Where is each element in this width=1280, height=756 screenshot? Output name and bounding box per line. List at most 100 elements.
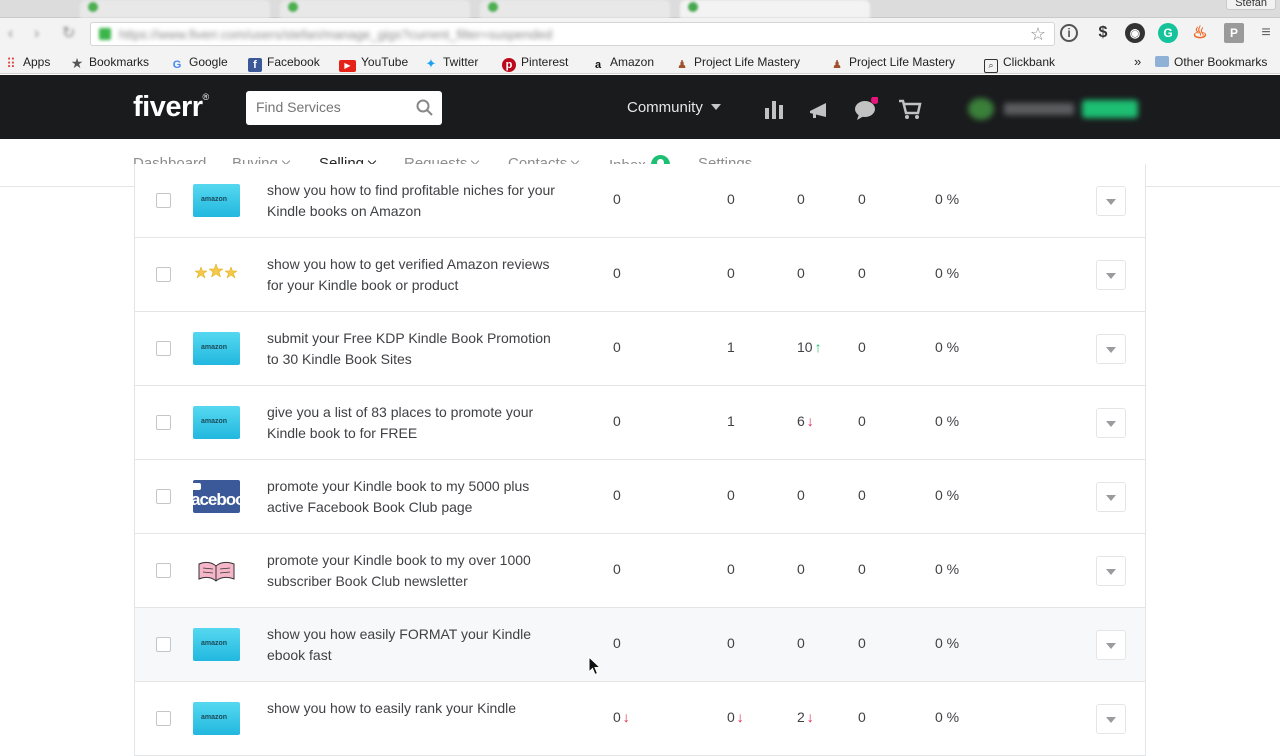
bookmark-facebook[interactable]: f Facebook — [248, 54, 320, 72]
table-row[interactable]: promote your Kindle book to my over 1000… — [135, 534, 1145, 608]
bookmark-other-bookmarks[interactable]: Other Bookmarks — [1155, 54, 1267, 70]
gig-stat-c4: 0 — [858, 487, 866, 503]
gig-stat-c5: 0 % — [935, 709, 960, 725]
bookmark-google[interactable]: G Google — [170, 54, 228, 71]
fiverr-logo[interactable]: fiverr® — [133, 91, 209, 124]
extension-ghost-icon[interactable]: ◉ — [1125, 23, 1145, 43]
table-row[interactable]: aceboo promote your Kindle book to my 500… — [135, 460, 1145, 534]
trend-down-arrow-icon: ↓ — [806, 709, 814, 725]
browser-menu-icon[interactable]: ≡ — [1256, 23, 1276, 43]
gig-title[interactable]: show you how to easily rank your Kindle — [267, 698, 557, 719]
gig-stat-c5: 0 % — [935, 191, 960, 207]
bookmarks-overflow-button[interactable]: » — [1134, 54, 1141, 70]
gig-title[interactable]: show you how easily FORMAT your Kindle e… — [267, 624, 557, 665]
gig-thumbnail[interactable] — [193, 554, 240, 587]
row-actions-dropdown[interactable] — [1096, 408, 1126, 438]
gig-title[interactable]: show you how to find profitable niches f… — [267, 180, 557, 221]
gigs-table: show you how to find profitable niches f… — [134, 164, 1146, 756]
bookmark-apps[interactable]: ⠿ Apps — [4, 54, 50, 71]
trend-up-arrow-icon: ↑ — [814, 339, 822, 355]
gig-title[interactable]: promote your Kindle book to my over 1000… — [267, 550, 557, 591]
extension-info-icon[interactable]: i — [1060, 24, 1078, 42]
bookmark-clickbank[interactable]: ⌕ Clickbank — [984, 54, 1055, 73]
table-row[interactable]: show you how to easily rank your Kindle 0… — [135, 682, 1145, 756]
gig-stat-c2: 0 — [727, 191, 735, 207]
back-icon[interactable]: ‹ — [8, 26, 24, 42]
row-actions-dropdown[interactable] — [1096, 630, 1126, 660]
bookmark-star-icon[interactable]: ☆ — [1030, 24, 1046, 45]
browser-tab-active[interactable] — [680, 0, 870, 18]
row-checkbox[interactable] — [156, 415, 171, 430]
row-actions-dropdown[interactable] — [1096, 482, 1126, 512]
megaphone-icon[interactable] — [807, 97, 831, 121]
row-checkbox[interactable] — [156, 711, 171, 726]
gig-stat-c1: 0 — [613, 265, 621, 281]
browser-tab-strip: Stefan — [0, 0, 1280, 18]
row-actions-dropdown[interactable] — [1096, 334, 1126, 364]
row-checkbox[interactable] — [156, 193, 171, 208]
gig-title[interactable]: give you a list of 83 places to promote … — [267, 402, 557, 443]
trend-down-arrow-icon: ↓ — [622, 709, 630, 725]
clickbank-icon: ⌕ — [984, 59, 998, 73]
table-row[interactable]: show you how to get verified Amazon revi… — [135, 238, 1145, 312]
gig-stat-c2: 0 — [727, 561, 735, 577]
forward-icon[interactable]: › — [34, 26, 50, 42]
row-checkbox[interactable] — [156, 489, 171, 504]
user-account-blurred[interactable] — [968, 98, 1158, 120]
row-actions-dropdown[interactable] — [1096, 186, 1126, 216]
gig-title[interactable]: promote your Kindle book to my 5000 plus… — [267, 476, 557, 517]
extension-dollar-icon[interactable]: $ — [1093, 23, 1113, 43]
table-row[interactable]: show you how easily FORMAT your Kindle e… — [135, 608, 1145, 682]
gig-stat-c2: 0 — [727, 487, 735, 503]
cart-icon[interactable] — [898, 97, 922, 121]
row-actions-dropdown[interactable] — [1096, 704, 1126, 734]
extension-grammarly-icon[interactable]: G — [1158, 23, 1178, 43]
amazon-icon: a — [594, 59, 602, 71]
gig-thumbnail[interactable] — [193, 702, 240, 735]
messages-icon[interactable] — [854, 97, 878, 121]
browser-tab[interactable] — [280, 0, 470, 18]
address-bar[interactable]: https://www.fiverr.com/users/stefan/mana… — [90, 22, 1055, 46]
profile-chip[interactable]: Stefan — [1226, 0, 1276, 10]
bookmark-project-life-mastery[interactable]: ♟ Project Life Mastery — [675, 54, 800, 71]
row-actions-dropdown[interactable] — [1096, 260, 1126, 290]
gig-stat-c4: 0 — [858, 709, 866, 725]
search-icon[interactable] — [416, 99, 434, 117]
gig-title[interactable]: submit your Free KDP Kindle Book Promoti… — [267, 328, 557, 369]
reload-icon[interactable]: ↻ — [62, 26, 78, 42]
gig-thumbnail[interactable] — [193, 184, 240, 217]
gig-thumbnail[interactable] — [193, 406, 240, 439]
search-input[interactable] — [256, 99, 406, 115]
extension-p-icon[interactable]: P — [1224, 23, 1244, 43]
gig-thumbnail[interactable] — [193, 628, 240, 661]
bookmark-youtube[interactable]: ▶ YouTube — [339, 54, 408, 72]
gig-thumbnail[interactable]: aceboo — [193, 480, 240, 513]
gig-stat-c4: 0 — [858, 191, 866, 207]
gig-title[interactable]: show you how to get verified Amazon revi… — [267, 254, 557, 295]
extension-flame-icon[interactable]: ♨ — [1190, 23, 1210, 43]
row-actions-dropdown[interactable] — [1096, 556, 1126, 586]
row-checkbox[interactable] — [156, 563, 171, 578]
search-box — [246, 91, 442, 125]
bookmark-amazon[interactable]: a Amazon — [591, 54, 654, 71]
bookmark-twitter[interactable]: ✦ Twitter — [424, 54, 479, 71]
bookmark-pinterest[interactable]: p Pinterest — [502, 54, 568, 72]
table-row[interactable]: give you a list of 83 places to promote … — [135, 386, 1145, 460]
bookmark-bookmarks[interactable]: ★ Bookmarks — [70, 54, 149, 70]
row-checkbox[interactable] — [156, 341, 171, 356]
gig-stat-c1: 0 — [613, 487, 621, 503]
browser-tab[interactable] — [480, 0, 670, 18]
bookmark-project-life-mastery-2[interactable]: ♟ Project Life Mastery — [830, 54, 955, 71]
community-menu[interactable]: Community — [627, 99, 721, 116]
gig-thumbnail[interactable] — [193, 258, 240, 291]
gig-stat-c3: 10 ↑ — [797, 339, 822, 355]
analytics-icon[interactable] — [762, 97, 786, 121]
gig-stat-c5: 0 % — [935, 265, 960, 281]
row-checkbox[interactable] — [156, 637, 171, 652]
browser-tab[interactable] — [80, 0, 270, 18]
row-checkbox[interactable] — [156, 267, 171, 282]
gig-thumbnail[interactable] — [193, 332, 240, 365]
table-row[interactable]: submit your Free KDP Kindle Book Promoti… — [135, 312, 1145, 386]
bookmarks-bar: ⠿ Apps ★ Bookmarks G Google f Facebook ▶ YouT… — [0, 50, 1280, 74]
table-row[interactable]: show you how to find profitable niches f… — [135, 164, 1145, 238]
